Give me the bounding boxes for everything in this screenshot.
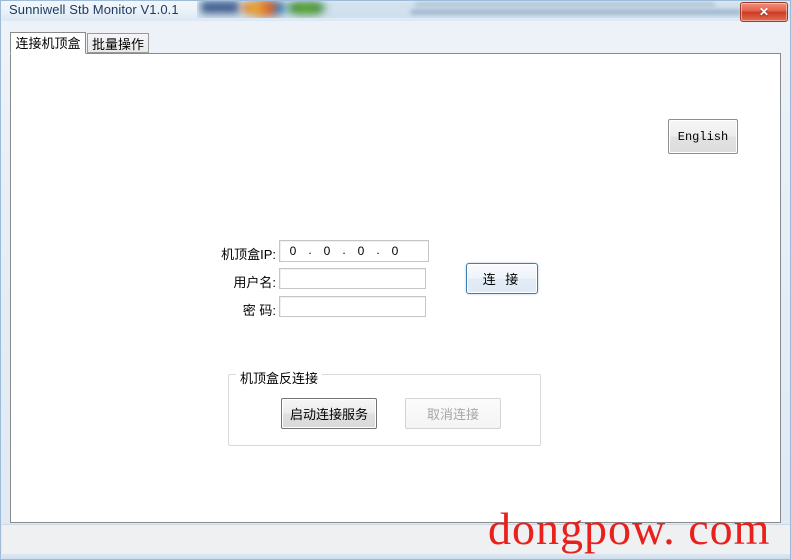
ip-address-input[interactable]: . . . xyxy=(279,240,429,262)
reverse-connect-groupbox-title: 机顶盒反连接 xyxy=(236,368,323,387)
username-label: 用户名: xyxy=(233,275,276,290)
close-icon: ✕ xyxy=(758,5,770,19)
blurred-overlay-region xyxy=(197,1,790,18)
password-label: 密 码: xyxy=(242,303,276,318)
blur-shape-3 xyxy=(285,1,327,15)
ip-separator-1: . xyxy=(308,242,312,257)
title-bar: Sunniwell Stb Monitor V1.0.1 ✕ xyxy=(1,1,790,22)
cancel-connect-button: 取消连接 xyxy=(405,398,501,429)
window-title: Sunniwell Stb Monitor V1.0.1 xyxy=(9,2,179,17)
close-button[interactable]: ✕ xyxy=(740,2,788,22)
window-bottom-edge xyxy=(2,554,790,559)
ip-octet-2[interactable] xyxy=(314,244,340,258)
tab-batch-operation[interactable]: 批量操作 xyxy=(87,33,149,53)
ip-octet-3[interactable] xyxy=(348,244,374,258)
blur-shape-1 xyxy=(201,1,239,13)
blur-shape-4 xyxy=(415,3,715,6)
tab-connect-stb[interactable]: 连接机顶盒 xyxy=(10,32,86,54)
start-connect-service-button[interactable]: 启动连接服务 xyxy=(281,398,377,429)
ip-label: 机顶盒IP: xyxy=(221,247,276,262)
username-input[interactable] xyxy=(279,268,426,289)
connect-button[interactable]: 连 接 xyxy=(466,263,538,294)
watermark-text: dongpow. com xyxy=(488,503,771,554)
password-input[interactable] xyxy=(279,296,426,317)
ip-separator-2: . xyxy=(342,242,346,257)
language-toggle-button[interactable]: English xyxy=(668,119,738,154)
blur-shape-5 xyxy=(411,10,741,14)
tab-content-panel: English 机顶盒IP: 用户名: 密 码: . . . 连 接 机顶盒反连… xyxy=(10,53,781,523)
application-window: Sunniwell Stb Monitor V1.0.1 ✕ 连接机顶盒 批量操… xyxy=(0,0,791,560)
ip-separator-3: . xyxy=(376,242,380,257)
ip-octet-4[interactable] xyxy=(382,244,408,258)
ip-octet-1[interactable] xyxy=(280,244,306,258)
